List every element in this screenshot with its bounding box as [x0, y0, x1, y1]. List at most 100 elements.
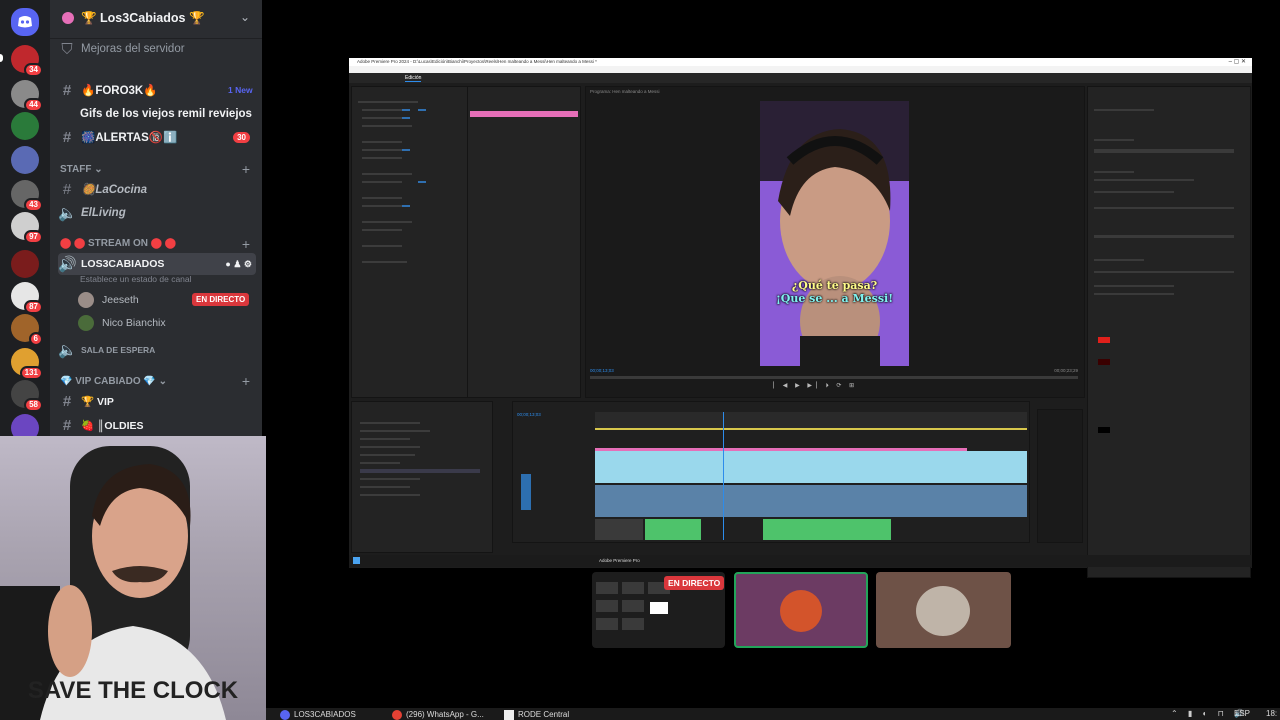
clip-audio-green-2[interactable]: [763, 519, 891, 540]
thread-gifs[interactable]: Gifs de los viejos remil reviejos: [80, 103, 256, 125]
mention-badge: 30: [233, 132, 250, 143]
server-icon-los3cabiados[interactable]: 34: [11, 45, 43, 77]
category-vip[interactable]: 💎 VIP CABIADO 💎 ⌄: [60, 376, 167, 387]
voice-channel-actions-icon[interactable]: ● ♟ ⚙: [225, 259, 252, 270]
program-title: Programa: Hen malteando a Messi: [590, 89, 660, 94]
server-icon[interactable]: 58: [11, 380, 43, 412]
chevron-down-icon[interactable]: ⌄: [240, 10, 250, 24]
hash-icon: #: [62, 392, 72, 410]
audio-meters: [1037, 409, 1083, 543]
window-controls-icon[interactable]: – ▢ ✕: [1229, 58, 1246, 65]
speaker-icon: 🔊: [58, 256, 77, 273]
captured-taskbar: Adobe Premiere Pro: [349, 555, 1252, 567]
category-staff[interactable]: STAFF ⌄: [60, 164, 103, 175]
program-monitor[interactable]: Programa: Hen malteando a Messi ¿Qué te …: [585, 86, 1085, 398]
hash-icon: #: [62, 180, 72, 198]
window-title: Adobe Premiere Pro 2024 - D:\Lucas\Edici…: [357, 59, 597, 64]
stream-thumbnail-user-2[interactable]: [876, 572, 1011, 648]
subtitle-line-2: ¡Que se ... a Messi!: [775, 292, 894, 305]
channel-sidebar: 🏆 Los3Cabiados 🏆 ⌄ ⛉ Mejoras del servido…: [50, 0, 262, 436]
server-icon[interactable]: 131: [11, 348, 43, 380]
hash-icon: #: [62, 416, 72, 434]
time-ruler[interactable]: [595, 412, 1027, 428]
essential-graphics-panel[interactable]: [1087, 86, 1251, 578]
add-channel-icon[interactable]: +: [242, 161, 250, 177]
effect-controls-panel[interactable]: [351, 86, 468, 398]
timeline-timecode: 00;00;13;03: [517, 412, 541, 417]
stream-thumbnail-screen[interactable]: EN DIRECTO: [592, 572, 725, 648]
add-channel-icon[interactable]: +: [242, 373, 250, 389]
avatar: [78, 315, 94, 331]
svg-text:SAVE THE CLOCK: SAVE THE CLOCK: [28, 677, 239, 704]
avatar: [78, 292, 94, 308]
video-frame: [760, 101, 909, 366]
channel-elliving[interactable]: 🔈 ElLiving: [58, 202, 256, 224]
server-icon[interactable]: 6: [11, 314, 43, 346]
user-avatar: [780, 590, 822, 632]
speaker-icon: 🔈: [58, 342, 77, 359]
clip-audio-1[interactable]: [595, 485, 1027, 517]
server-icon[interactable]: [11, 112, 39, 140]
end-timecode: 00;00;23;29: [1054, 368, 1078, 373]
category-stream-on[interactable]: ⬤ ⬤ STREAM ON ⬤ ⬤: [60, 238, 176, 249]
live-badge: EN DIRECTO: [192, 293, 250, 306]
effect-clip-bar: [470, 111, 578, 117]
clip-gap: [595, 519, 643, 540]
timeline-panel[interactable]: 00;00;13;03: [512, 401, 1030, 543]
webcam-feed: SAVE THE CLOCK: [0, 436, 266, 720]
title-bar: Adobe Premiere Pro 2024 - D:\Lucas\Edici…: [349, 58, 1252, 66]
tab-edicion[interactable]: Edición: [405, 75, 422, 82]
scrub-bar[interactable]: [590, 376, 1078, 379]
channel-alertas[interactable]: # 🎆ALERTAS🔞ℹ️: [58, 126, 256, 148]
hash-icon: #: [62, 128, 72, 146]
rode-icon: [504, 709, 514, 720]
menu-bar: [349, 66, 1252, 73]
boost-item[interactable]: ⛉ Mejoras del servidor: [58, 38, 256, 60]
windows-taskbar: LOS3CABIADOS (296) WhatsApp - G... RODE …: [266, 708, 1280, 720]
project-bins: [360, 422, 480, 496]
track-target-icon[interactable]: [521, 474, 531, 510]
boost-label: Mejoras del servidor: [81, 43, 185, 55]
new-badge: 1 New: [228, 85, 253, 95]
playhead[interactable]: [723, 412, 724, 540]
stream-thumbnail-user-1[interactable]: [734, 572, 868, 648]
chrome-icon: [392, 709, 402, 720]
clip-audio-green-1[interactable]: [645, 519, 701, 540]
work-area-bar: [595, 428, 1027, 430]
server-icon[interactable]: 44: [11, 80, 43, 112]
server-icon[interactable]: 97: [11, 212, 43, 244]
channel-lacocina[interactable]: # 🥘LaCocina: [58, 178, 256, 200]
taskbar-item-whatsapp[interactable]: (296) WhatsApp - G...: [392, 709, 484, 720]
channel-oldies[interactable]: # 🍓 ║OLDIES: [58, 414, 256, 436]
voice-channel-waiting[interactable]: 🔈 SALA DE ESPERA: [58, 339, 256, 361]
channel-vip[interactable]: # 🏆 VIP: [58, 390, 256, 412]
channel-status-input[interactable]: Establece un estado de canal: [80, 274, 192, 284]
discord-home-button[interactable]: [11, 8, 39, 36]
server-icon[interactable]: [11, 250, 39, 278]
clip-video-end[interactable]: [967, 451, 1027, 483]
server-boost-icon: [62, 12, 74, 24]
taskbar-item-discord[interactable]: LOS3CABIADOS: [280, 709, 356, 720]
server-header[interactable]: 🏆 Los3Cabiados 🏆 ⌄: [50, 0, 262, 39]
server-icon[interactable]: 87: [11, 282, 43, 314]
taskbar-item-rode[interactable]: RODE Central: [504, 709, 569, 720]
server-icon[interactable]: 43: [11, 180, 43, 212]
video-preview: ¿Qué te pasa? ¡Que se ... a Messi!: [760, 101, 909, 366]
speaker-icon: 🔈: [58, 205, 77, 222]
clip-video-main[interactable]: [595, 451, 967, 483]
project-panel[interactable]: [351, 401, 493, 553]
essential-graphics-content: [1094, 109, 1234, 433]
windows-start-icon: [353, 557, 360, 564]
effect-timeline-panel[interactable]: [467, 86, 581, 398]
live-badge: EN DIRECTO: [664, 576, 725, 590]
add-channel-icon[interactable]: +: [242, 236, 250, 252]
language-indicator[interactable]: ESP: [1234, 709, 1250, 718]
channel-foro3k[interactable]: # 🔥FORO3K🔥: [58, 79, 256, 101]
discord-icon: [280, 709, 290, 720]
voice-channel-los3cabiados[interactable]: 🔊 LOS3CABIADOS ● ♟ ⚙: [58, 253, 256, 275]
transport-controls-icon[interactable]: ⎮ ◀ ▶ ▶⎮ ⏵ ⟳ ⊞: [772, 382, 857, 390]
clock[interactable]: 18:: [1266, 709, 1277, 718]
effect-controls-content: [358, 101, 426, 263]
server-icon[interactable]: [11, 146, 39, 174]
voice-user-nico[interactable]: Nico Bianchix: [78, 312, 256, 334]
